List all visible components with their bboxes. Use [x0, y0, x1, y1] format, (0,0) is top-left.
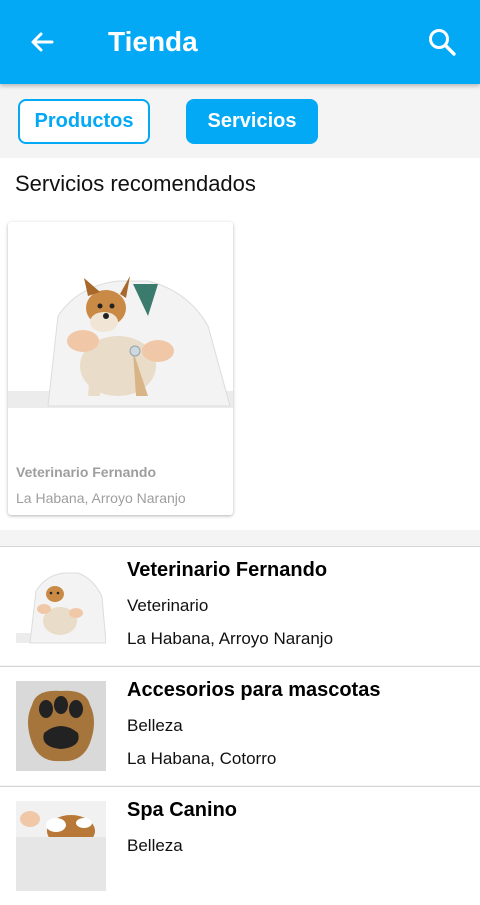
service-name: Spa Canino	[127, 799, 238, 821]
card-service-name: Veterinario Fernando	[16, 464, 157, 480]
service-category: Veterinario	[127, 596, 209, 615]
service-category: Belleza	[127, 836, 183, 855]
arrow-left-icon[interactable]	[26, 26, 58, 58]
vet-with-dog-thumbnail	[16, 561, 106, 651]
list-item[interactable]: Veterinario Fernando Veterinario La Haba…	[0, 546, 480, 665]
vet-with-dog-image	[8, 256, 233, 408]
page-title: Tienda	[108, 26, 198, 57]
recommended-service-card[interactable]: Veterinario Fernando La Habana, Arroyo N…	[8, 222, 233, 515]
app-bar: Tienda	[0, 0, 480, 84]
tab-servicios[interactable]: Servicios	[186, 99, 318, 144]
search-icon[interactable]	[426, 26, 458, 58]
paw-mat-thumbnail	[16, 681, 106, 771]
services-list: Veterinario Fernando Veterinario La Haba…	[0, 530, 480, 905]
tab-productos[interactable]: Productos	[18, 99, 150, 144]
card-service-location: La Habana, Arroyo Naranjo	[16, 490, 186, 506]
service-name: Accesorios para mascotas	[127, 679, 381, 701]
service-name: Veterinario Fernando	[127, 559, 328, 581]
list-item[interactable]: Spa Canino Belleza	[0, 786, 480, 905]
section-title: Servicios recomendados	[15, 171, 256, 196]
dog-bath-thumbnail	[16, 801, 106, 891]
tab-bar: Productos Servicios	[0, 84, 480, 158]
service-category: Belleza	[127, 716, 183, 735]
service-location: La Habana, Cotorro	[127, 749, 277, 768]
list-item[interactable]: Accesorios para mascotas Belleza La Haba…	[0, 666, 480, 785]
service-location: La Habana, Arroyo Naranjo	[127, 629, 334, 648]
